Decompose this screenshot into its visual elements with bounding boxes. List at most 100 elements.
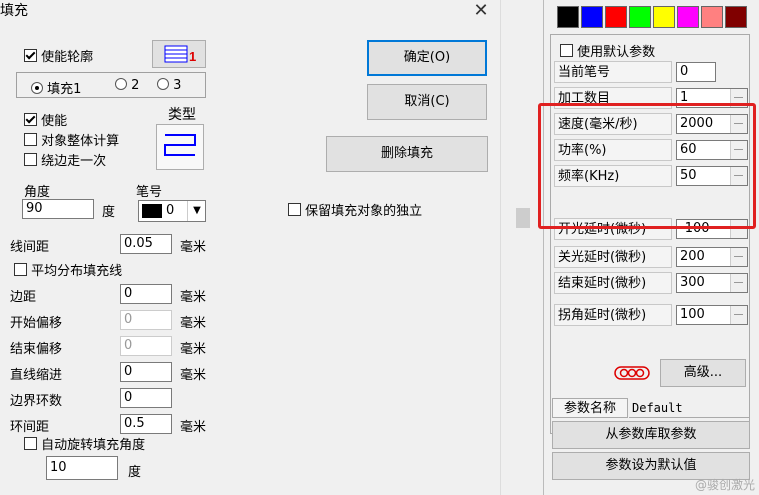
start-offset-input[interactable]: 0 bbox=[120, 310, 172, 330]
enable-checkbox[interactable]: 使能 bbox=[24, 110, 67, 129]
loop-spacing-unit: 毫米 bbox=[180, 420, 207, 435]
radio-icon bbox=[31, 82, 43, 94]
cancel-button[interactable]: 取消(C) bbox=[367, 84, 487, 120]
param-row-end-delay: 结束延时(微秒) 300 bbox=[554, 272, 748, 294]
line-indent-unit: 毫米 bbox=[180, 368, 207, 383]
angle-input[interactable]: 90 bbox=[22, 199, 94, 219]
whole-calc-label: 对象整体计算 bbox=[41, 134, 120, 149]
angle-label: 角度 bbox=[24, 185, 51, 200]
use-default-checkbox[interactable]: 使用默认参数 bbox=[560, 41, 655, 60]
param-input-pen[interactable]: 0 bbox=[676, 62, 716, 82]
spinner-icon[interactable] bbox=[730, 306, 747, 324]
pen-color-swatch-6[interactable] bbox=[701, 6, 723, 28]
loop-spacing-input[interactable]: 0.5 bbox=[120, 414, 172, 434]
param-row-laser-off-delay: 关光延时(微秒) 200 bbox=[554, 246, 748, 268]
spinner-icon[interactable] bbox=[730, 274, 747, 292]
delete-fill-button[interactable]: 删除填充 bbox=[326, 136, 488, 172]
checkbox-icon bbox=[560, 44, 573, 57]
avg-distribute-checkbox[interactable]: 平均分布填充线 bbox=[14, 260, 122, 279]
end-offset-label: 结束偏移 bbox=[10, 342, 63, 357]
margin-label: 边距 bbox=[10, 290, 37, 305]
use-default-label: 使用默认参数 bbox=[577, 45, 656, 60]
rotate-angle-unit: 度 bbox=[128, 465, 142, 480]
pen-color-swatch-7[interactable] bbox=[725, 6, 747, 28]
serpentine-path-icon bbox=[164, 134, 196, 156]
keep-independent-checkbox[interactable]: 保留填充对象的独立 bbox=[288, 200, 422, 219]
end-offset-unit: 毫米 bbox=[180, 342, 207, 357]
line-spacing-input[interactable]: 0.05 bbox=[120, 234, 172, 254]
whole-calc-checkbox[interactable]: 对象整体计算 bbox=[24, 130, 119, 149]
avg-distribute-label: 平均分布填充线 bbox=[31, 264, 123, 279]
fill-type-button[interactable] bbox=[156, 124, 204, 170]
border-loops-label: 边界环数 bbox=[10, 394, 63, 409]
from-library-button[interactable]: 从参数库取参数 bbox=[552, 421, 750, 449]
angle-unit: 度 bbox=[102, 205, 116, 220]
param-row-pen: 当前笔号 0 bbox=[554, 61, 748, 83]
margin-unit: 毫米 bbox=[180, 290, 207, 305]
checkbox-icon bbox=[24, 153, 37, 166]
pen-color-swatch-0[interactable] bbox=[557, 6, 579, 28]
splitter[interactable] bbox=[500, 0, 517, 495]
checkbox-icon bbox=[24, 437, 37, 450]
scrollbar-thumb[interactable] bbox=[516, 208, 530, 228]
start-offset-unit: 毫米 bbox=[180, 316, 207, 331]
end-offset-input[interactable]: 0 bbox=[120, 336, 172, 356]
pen-select[interactable]: 0 ▼ bbox=[138, 200, 206, 222]
param-input-end-delay[interactable]: 300 bbox=[676, 273, 748, 293]
pen-color-swatch-2[interactable] bbox=[605, 6, 627, 28]
close-icon[interactable]: ✕ bbox=[470, 0, 492, 22]
watermark: @骏创激光 bbox=[694, 478, 755, 492]
pen-color-swatch-4[interactable] bbox=[653, 6, 675, 28]
pen-color-swatch-1[interactable] bbox=[581, 6, 603, 28]
type-label: 类型 bbox=[168, 107, 196, 123]
line-indent-input[interactable]: 0 bbox=[120, 362, 172, 382]
rotate-angle-input[interactable]: 10 bbox=[46, 456, 118, 480]
fill-dialog: 填充 ✕ 使能轮廓 1 填充1 2 3 使能 对象整体计算 绕边走一次 类型 角… bbox=[0, 0, 500, 495]
pen-value: 0 bbox=[166, 203, 175, 218]
param-input-corner-delay[interactable]: 100 bbox=[676, 305, 748, 325]
ok-button[interactable]: 确定(O) bbox=[367, 40, 487, 76]
param-name-value: Default bbox=[629, 398, 749, 418]
checkbox-icon bbox=[24, 133, 37, 146]
svg-text:1: 1 bbox=[189, 49, 196, 64]
enable-outline-label: 使能轮廓 bbox=[41, 50, 94, 65]
dialog-title: 填充 bbox=[0, 3, 28, 19]
checkbox-icon bbox=[288, 203, 301, 216]
radio-icon bbox=[115, 78, 127, 90]
enable-label: 使能 bbox=[41, 114, 68, 129]
line-spacing-unit: 毫米 bbox=[180, 240, 207, 255]
border-loops-input[interactable]: 0 bbox=[120, 388, 172, 408]
fill-tab-3[interactable]: 3 bbox=[157, 78, 181, 93]
auto-rotate-label: 自动旋转填充角度 bbox=[41, 438, 146, 453]
param-name-label: 参数名称 bbox=[552, 398, 628, 418]
fill-tab-1[interactable]: 填充1 bbox=[31, 78, 81, 97]
loop-spacing-label: 环间距 bbox=[10, 420, 50, 435]
checkbox-icon bbox=[24, 49, 37, 62]
fill-tab-2[interactable]: 2 bbox=[115, 78, 139, 93]
laser-wave-icon[interactable] bbox=[614, 364, 654, 382]
param-label: 关光延时(微秒) bbox=[554, 246, 672, 268]
margin-input[interactable]: 0 bbox=[120, 284, 172, 304]
edge-once-checkbox[interactable]: 绕边走一次 bbox=[24, 150, 106, 169]
fill-tab-group: 填充1 2 3 bbox=[16, 72, 206, 98]
outline-style-button[interactable]: 1 bbox=[152, 40, 206, 68]
param-row-corner-delay: 拐角延时(微秒) 100 bbox=[554, 304, 748, 326]
edge-once-label: 绕边走一次 bbox=[41, 154, 107, 169]
pen-color-swatch bbox=[142, 204, 162, 218]
advanced-button[interactable]: 高级... bbox=[660, 359, 746, 387]
auto-rotate-checkbox[interactable]: 自动旋转填充角度 bbox=[24, 434, 145, 453]
pen-color-swatch-3[interactable] bbox=[629, 6, 651, 28]
param-input-laser-off-delay[interactable]: 200 bbox=[676, 247, 748, 267]
pen-label: 笔号 bbox=[136, 185, 163, 200]
spinner-icon[interactable] bbox=[730, 248, 747, 266]
line-indent-label: 直线缩进 bbox=[10, 368, 63, 383]
radio-icon bbox=[157, 78, 169, 90]
param-label: 当前笔号 bbox=[554, 61, 672, 83]
enable-outline-checkbox[interactable]: 使能轮廓 bbox=[24, 46, 93, 65]
checkbox-icon bbox=[14, 263, 27, 276]
keep-independent-label: 保留填充对象的独立 bbox=[305, 204, 423, 219]
highlight-box bbox=[538, 103, 756, 229]
line-spacing-label: 线间距 bbox=[10, 240, 50, 255]
checkbox-icon bbox=[24, 113, 37, 126]
pen-color-swatch-5[interactable] bbox=[677, 6, 699, 28]
